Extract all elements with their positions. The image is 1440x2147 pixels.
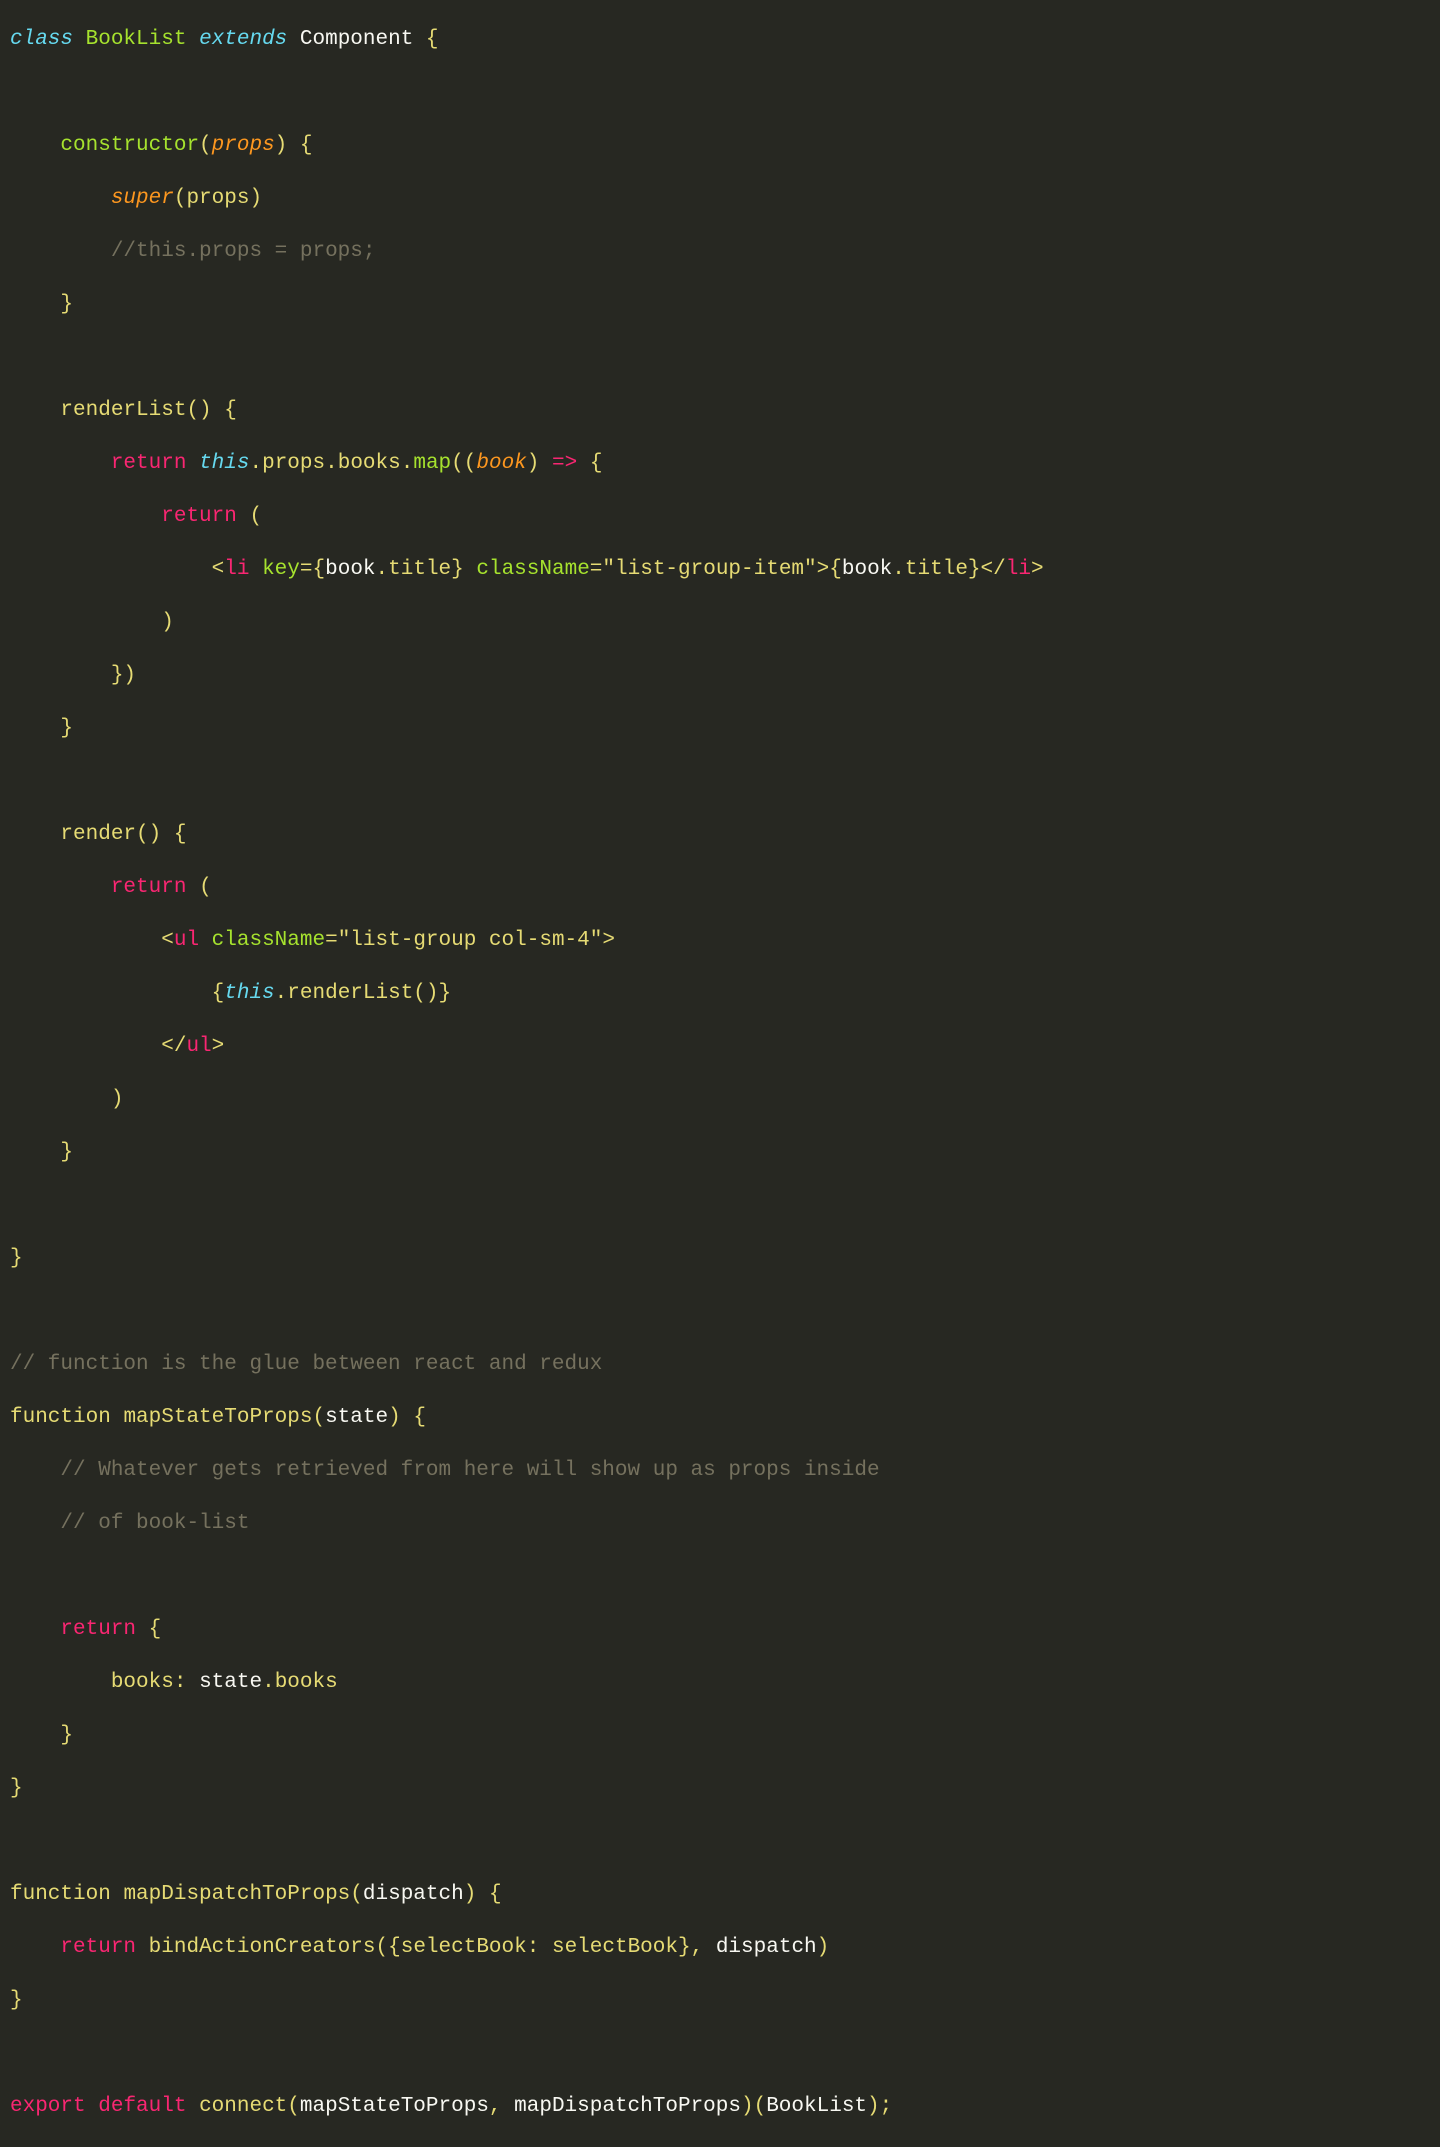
code-line: // function is the glue between react an…: [10, 1352, 1430, 1379]
code-line: }: [10, 1988, 1430, 2015]
code-line: class BookList extends Component {: [10, 27, 1430, 54]
code-line: [10, 769, 1430, 796]
code-line: }): [10, 663, 1430, 690]
code-line: // Whatever gets retrieved from here wil…: [10, 1458, 1430, 1485]
code-line: //this.props = props;: [10, 239, 1430, 266]
code-line: return {: [10, 1617, 1430, 1644]
code-line: [10, 1829, 1430, 1856]
code-line: [10, 345, 1430, 372]
code-line: books: state.books: [10, 1670, 1430, 1697]
code-line: return (: [10, 875, 1430, 902]
code-line: [10, 1193, 1430, 1220]
code-editor[interactable]: class BookList extends Component { const…: [0, 0, 1440, 2147]
code-line: super(props): [10, 186, 1430, 213]
code-line: renderList() {: [10, 398, 1430, 425]
code-line: return (: [10, 504, 1430, 531]
code-line: ): [10, 610, 1430, 637]
code-line: ): [10, 1087, 1430, 1114]
code-line: }: [10, 1723, 1430, 1750]
code-line: return this.props.books.map((book) => {: [10, 451, 1430, 478]
code-line: </ul>: [10, 1034, 1430, 1061]
code-line: export default connect(mapStateToProps, …: [10, 2094, 1430, 2121]
code-line: }: [10, 1246, 1430, 1273]
code-line: [10, 80, 1430, 107]
code-line: }: [10, 716, 1430, 743]
code-line: [10, 2041, 1430, 2068]
code-line: [10, 1299, 1430, 1326]
code-line: function mapDispatchToProps(dispatch) {: [10, 1882, 1430, 1909]
code-line: <ul className="list-group col-sm-4">: [10, 928, 1430, 955]
code-line: function mapStateToProps(state) {: [10, 1405, 1430, 1432]
code-line: return bindActionCreators({selectBook: s…: [10, 1935, 1430, 1962]
code-line: constructor(props) {: [10, 133, 1430, 160]
code-line: }: [10, 1776, 1430, 1803]
code-line: // of book-list: [10, 1511, 1430, 1538]
code-line: [10, 1564, 1430, 1591]
code-line: <li key={book.title} className="list-gro…: [10, 557, 1430, 584]
code-line: {this.renderList()}: [10, 981, 1430, 1008]
code-line: render() {: [10, 822, 1430, 849]
code-line: }: [10, 1140, 1430, 1167]
code-line: }: [10, 292, 1430, 319]
